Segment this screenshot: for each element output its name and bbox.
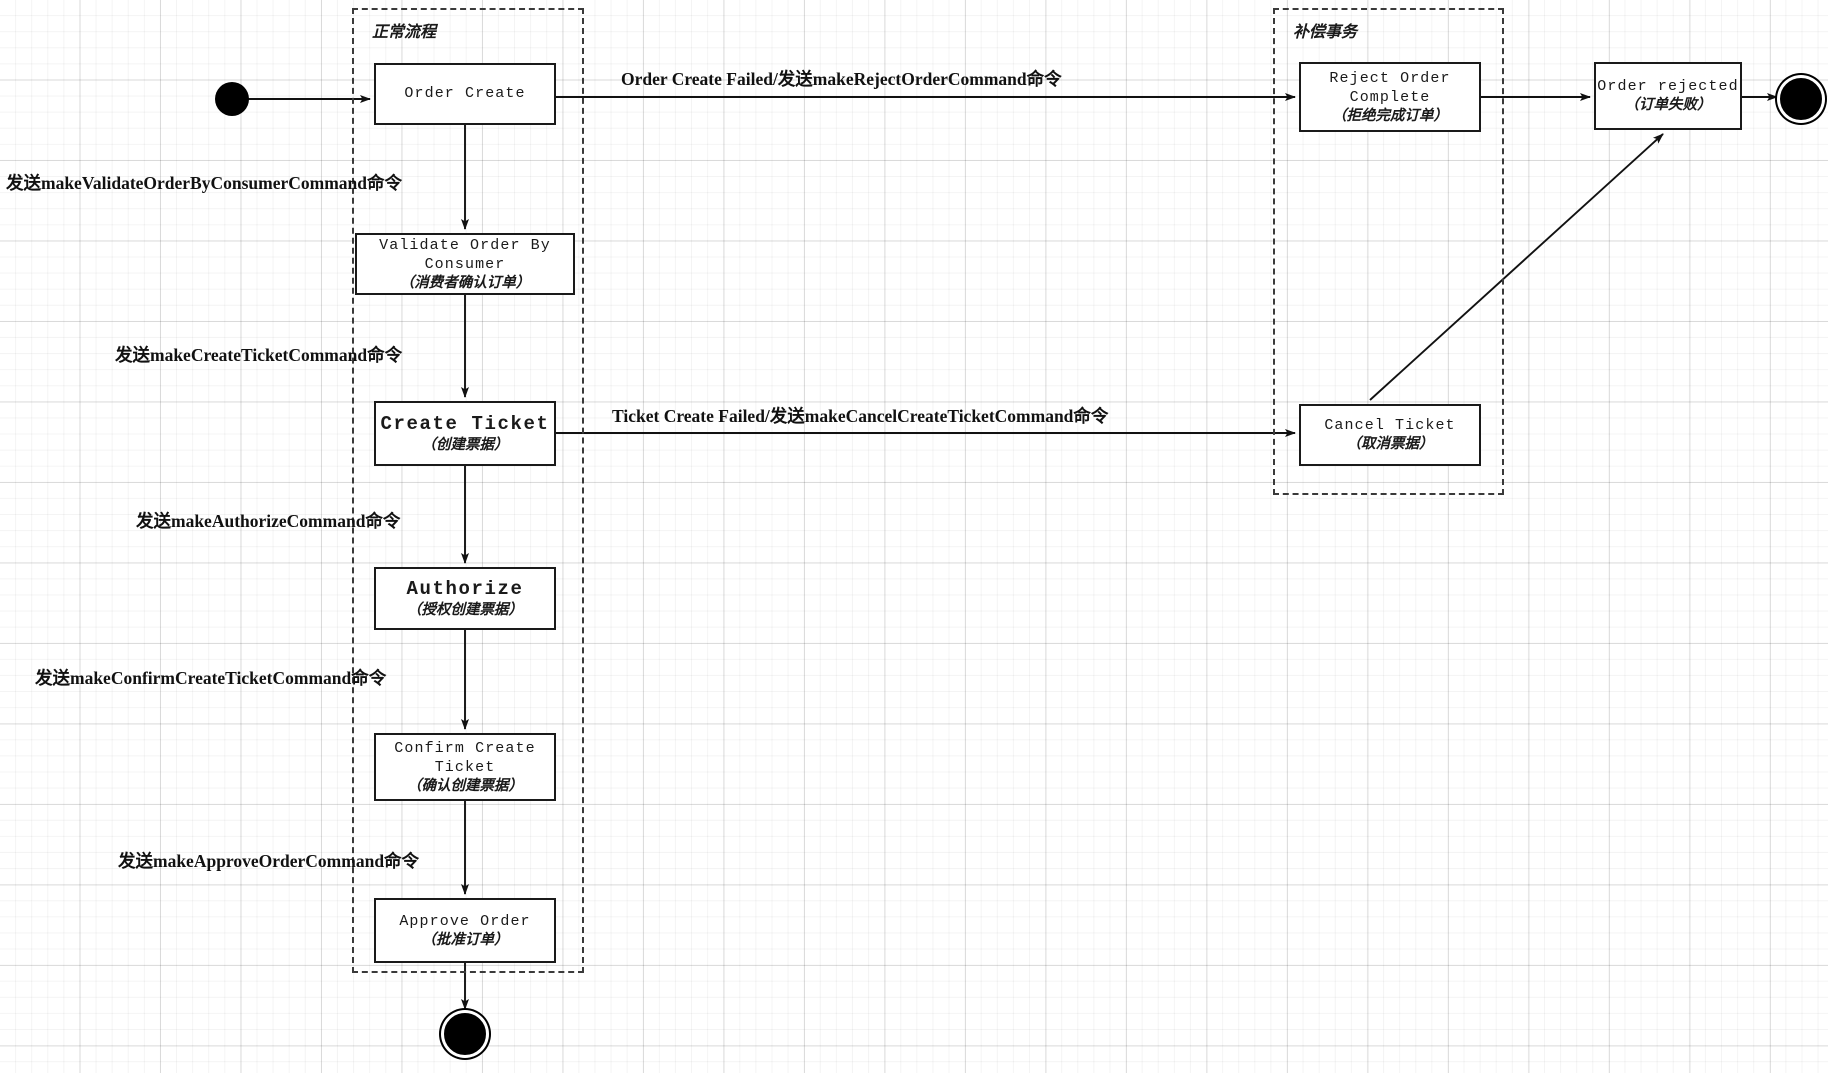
diagram-edges [232,93,1778,1010]
state-node-authorize-subtitle: （授权创建票据） [407,602,523,619]
state-node-create-ticket-subtitle: （创建票据） [421,437,509,454]
group-normal-flow-label: 正常流程 [372,24,437,41]
state-node-validate-order-by-consumer-subtitle: （消费者确认订单） [399,274,531,291]
state-node-order-rejected-title: Order rejected [1597,78,1739,96]
state-node-confirm-create-ticket[interactable]: Confirm Create Ticket （确认创建票据） [374,733,556,801]
state-node-order-rejected[interactable]: Order rejected （订单失败） [1594,62,1742,130]
state-node-reject-order-complete-title: Reject Order Complete [1329,69,1451,106]
state-node-create-ticket-title: Create Ticket [380,413,550,436]
edge-label-create-ticket-command: 发送makeCreateTicketCommand命令 [115,345,403,365]
group-normal-flow [352,8,584,973]
state-node-authorize[interactable]: Authorize （授权创建票据） [374,567,556,630]
state-node-approve-order-title: Approve Order [399,912,531,930]
state-node-cancel-ticket[interactable]: Cancel Ticket （取消票据） [1299,404,1481,466]
state-node-validate-order-by-consumer[interactable]: Validate Order By Consumer （消费者确认订单） [355,233,575,295]
start-state-node [215,82,249,116]
edge-label-validate-order-by-consumer-command: 发送makeValidateOrderByConsumerCommand命令 [6,173,403,193]
edge-label-authorize-command: 发送makeAuthorizeCommand命令 [136,511,401,531]
state-node-order-rejected-subtitle: （订单失败） [1624,97,1712,114]
edge-label-approve-order-command: 发送makeApproveOrderCommand命令 [118,851,420,871]
final-state-node-rejected [1780,78,1822,120]
group-compensation-label: 补偿事务 [1293,24,1358,41]
diagram-canvas: 正常流程 补偿事务 Order Create Validate Order By… [0,0,1828,1073]
state-node-cancel-ticket-subtitle: （取消票据） [1346,436,1434,453]
state-node-approve-order-subtitle: （批准订单） [421,931,509,948]
state-node-authorize-title: Authorize [406,578,524,601]
state-node-approve-order[interactable]: Approve Order （批准订单） [374,898,556,963]
final-state-node-main [444,1013,486,1055]
state-node-confirm-create-ticket-title: Confirm Create Ticket [394,739,536,776]
state-node-order-create-title: Order Create [404,85,526,103]
state-node-create-ticket[interactable]: Create Ticket （创建票据） [374,401,556,466]
state-node-reject-order-complete[interactable]: Reject Order Complete （拒绝完成订单） [1299,62,1481,132]
edge-label-confirm-create-ticket-command: 发送makeConfirmCreateTicketCommand命令 [35,668,387,688]
state-node-cancel-ticket-title: Cancel Ticket [1324,417,1456,435]
edge-label-order-create-failed: Order Create Failed/发送makeRejectOrderCom… [621,69,1062,89]
state-node-confirm-create-ticket-subtitle: （确认创建票据） [407,777,523,794]
state-node-reject-order-complete-subtitle: （拒绝完成订单） [1332,107,1448,124]
edge-label-ticket-create-failed: Ticket Create Failed/发送makeCancelCreateT… [612,406,1109,426]
state-node-order-create[interactable]: Order Create [374,63,556,125]
state-node-validate-order-by-consumer-title: Validate Order By Consumer [379,236,551,273]
